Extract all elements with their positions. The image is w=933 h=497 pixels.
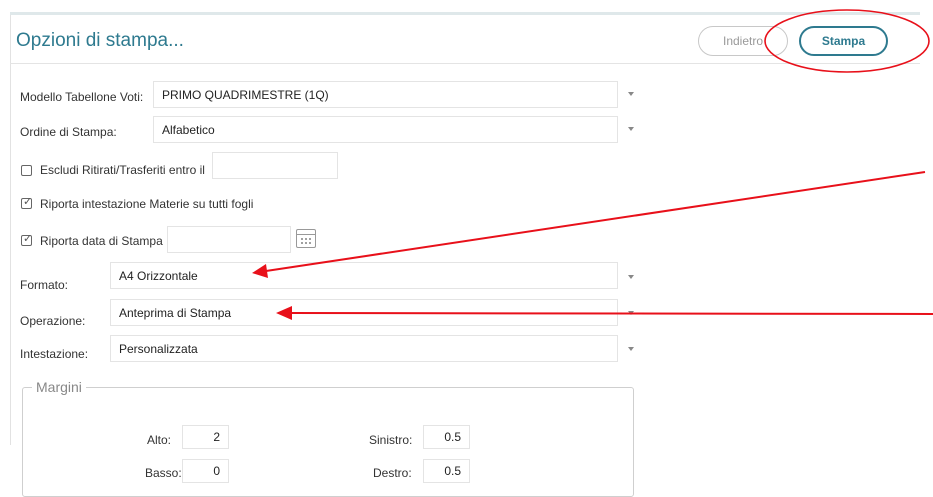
annotation-arrow-operazione-line	[291, 312, 933, 315]
annotation-overlay	[252, 9, 933, 320]
annotation-arrow-formato-head	[252, 264, 268, 278]
annotation-arrow-formato-line	[265, 171, 926, 272]
annotation-ellipse	[764, 9, 930, 73]
annotation-arrow-operazione-head	[276, 306, 292, 320]
